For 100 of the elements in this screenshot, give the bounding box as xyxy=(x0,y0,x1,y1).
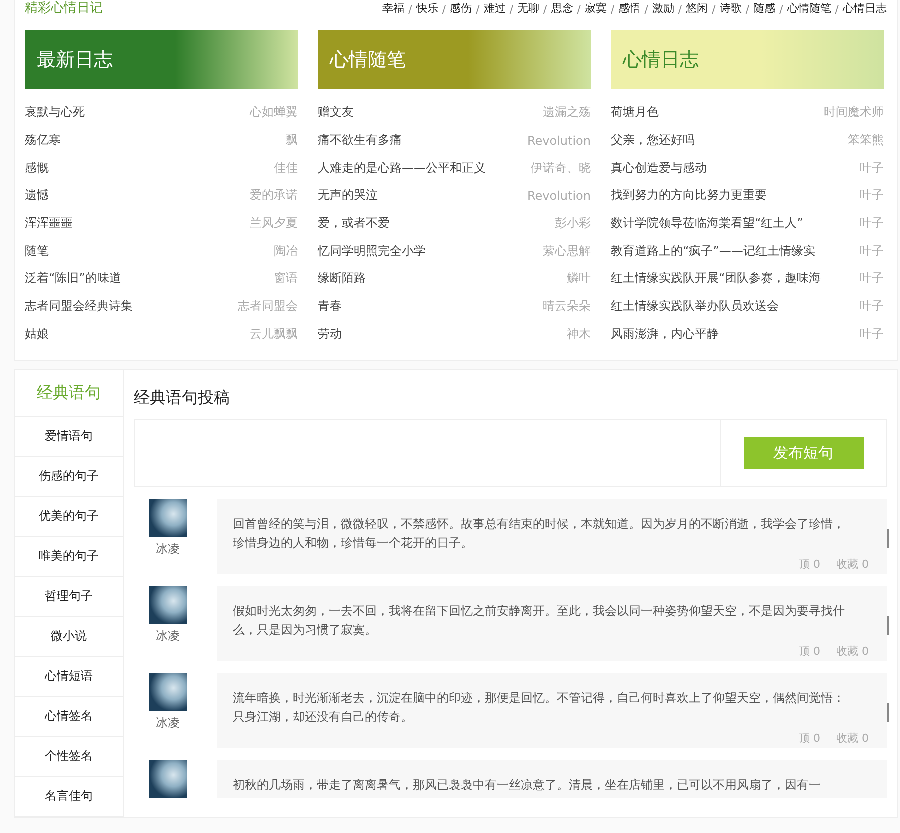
author-name: 飘 xyxy=(286,132,298,150)
author-name: 彭小彩 xyxy=(555,215,591,232)
article-link[interactable]: 爱，或者不爱 xyxy=(318,215,390,232)
author-name[interactable]: 冰凌 xyxy=(149,628,187,646)
article-link[interactable]: 缘断陌路 xyxy=(318,270,366,288)
article-link[interactable]: 殇亿寒 xyxy=(25,132,61,150)
nav-separator: / xyxy=(408,2,412,16)
author-name: 遗漏之殇 xyxy=(543,104,591,122)
nav-link[interactable]: 感悟 xyxy=(618,2,641,16)
nav-separator: / xyxy=(442,2,446,16)
author-name: Revolution xyxy=(527,134,591,148)
avatar-icon xyxy=(149,499,187,538)
sidebar-item[interactable]: 伤感的句子 xyxy=(15,457,123,498)
nav-separator: / xyxy=(712,2,716,16)
nav-link[interactable]: 心情日志 xyxy=(843,2,887,16)
author-name: 鳞叶 xyxy=(567,270,591,288)
post-text: 流年暗换，时光渐渐老去，沉淀在脑中的印迹，那便是回忆。不管记得，自己何时喜欢上了仰望天空，偶然间觉悟：只身江湖，却还没有自己的传奇。 xyxy=(233,690,846,726)
author-name: 笨笨熊 xyxy=(848,132,884,150)
article-link[interactable]: 真心创造爱与感动 xyxy=(611,160,707,177)
author-name: 叶子 xyxy=(860,215,884,232)
article-link[interactable]: 找到努力的方向比努力更重要 xyxy=(611,187,767,204)
article-link[interactable]: 感慨 xyxy=(25,160,49,177)
author-name: 晴云朵朵 xyxy=(543,298,591,316)
nav-link[interactable]: 诗歌 xyxy=(720,2,742,16)
author-name: 心如蝉翼 xyxy=(250,104,298,122)
article-link[interactable]: 忆同学明照完全小学 xyxy=(318,242,426,260)
article-link[interactable]: 红土情缘实践队开展“团队参赛，趣味海 xyxy=(611,270,822,288)
author-name: 神木 xyxy=(567,326,591,343)
article-link[interactable]: 劳动 xyxy=(318,326,342,343)
article-link[interactable]: 青春 xyxy=(318,298,342,316)
author-name: 佳佳 xyxy=(274,160,298,177)
sidebar-item[interactable]: 爱情语句 xyxy=(15,417,123,458)
nav-link[interactable]: 无聊 xyxy=(518,2,540,16)
nav-separator: / xyxy=(510,2,514,16)
sidebar-title: 经典语句 xyxy=(15,370,123,418)
author-name: 萦心思解 xyxy=(543,242,591,260)
nav-link[interactable]: 激励 xyxy=(652,2,674,16)
article-link[interactable]: 遗憾 xyxy=(25,187,49,204)
author-name: 伊诺奇、晓 xyxy=(531,160,591,177)
article-link[interactable]: 红土情缘实践队举办队员欢送会 xyxy=(611,298,779,316)
sidebar-item[interactable]: 微小说 xyxy=(15,617,123,658)
article-link[interactable]: 痛不欲生有多痛 xyxy=(318,132,402,150)
author-name: 志者同盟会 xyxy=(238,298,298,316)
nav-link[interactable]: 感伤 xyxy=(450,2,472,16)
nav-link[interactable]: 快乐 xyxy=(416,2,438,16)
author-name: 云儿飘飘 xyxy=(250,326,298,343)
post-text: 初秋的几场雨，带走了离离暑气，那风已袅袅中有一丝凉意了。清晨，坐在店铺里，已可以不用风扇了，因有一 xyxy=(233,777,822,794)
nav-separator: / xyxy=(678,2,682,16)
nav-link[interactable]: 幸福 xyxy=(382,2,405,16)
article-link[interactable]: 姑娘 xyxy=(25,326,49,343)
article-link[interactable]: 哀默与心死 xyxy=(25,104,85,122)
nav-link[interactable]: 思念 xyxy=(551,2,574,16)
post-text: 假如时光太匆匆，一去不回，我将在留下回忆之前安静离开。至此，我会以同一种姿势仰望天空，不是因为要寻找什么，只是因为习惯了寂寞。 xyxy=(233,603,846,640)
author-name: Revolution xyxy=(527,188,591,203)
article-link[interactable]: 荷塘月色 xyxy=(611,104,659,122)
nav-separator: / xyxy=(544,2,548,16)
avatar-icon xyxy=(149,673,187,712)
nav-link[interactable]: 心情随笔 xyxy=(787,2,832,16)
nav-separator: / xyxy=(577,2,581,16)
sidebar-item[interactable]: 心情签名 xyxy=(15,697,123,738)
nav-separator: / xyxy=(476,2,480,16)
section-title: 经典语句投稿 xyxy=(134,388,231,410)
sidebar-item[interactable]: 心情短语 xyxy=(15,657,123,698)
author-name: 时间魔术师 xyxy=(824,104,884,122)
article-link[interactable]: 浑浑噩噩 xyxy=(25,215,73,232)
article-link[interactable]: 无声的哭泣 xyxy=(318,187,378,204)
article-link[interactable]: 志者同盟会经典诗集 xyxy=(25,298,133,316)
nav-separator: / xyxy=(835,2,839,16)
avatar-icon xyxy=(149,760,187,798)
author-name: 叶子 xyxy=(860,187,884,204)
banner-title: 最新日志 xyxy=(37,48,113,72)
sidebar-item[interactable]: 名言佳句 xyxy=(15,777,123,818)
article-link[interactable]: 泛着“陈旧”的味道 xyxy=(25,270,122,288)
author-name: 叶子 xyxy=(860,242,884,260)
article-link[interactable]: 数计学院领导莅临海棠看望“红土人” xyxy=(611,215,804,232)
author-name: 爱的承诺 xyxy=(250,187,298,204)
article-link[interactable]: 人难走的是心路——公平和正义 xyxy=(318,160,486,177)
author-name[interactable]: 冰凌 xyxy=(149,541,187,558)
banner-title: 心情随笔 xyxy=(330,48,406,72)
article-link[interactable]: 教育道路上的“疯子”——记红土情缘实 xyxy=(611,242,816,260)
sidebar-item[interactable]: 唯美的句子 xyxy=(15,537,123,578)
author-name: 陶冶 xyxy=(274,242,298,260)
author-name: 叶子 xyxy=(860,326,884,343)
author-name[interactable]: 冰凌 xyxy=(149,715,187,732)
nav-link[interactable]: 随感 xyxy=(754,2,776,16)
nav-link[interactable]: 难过 xyxy=(484,2,506,16)
avatar-icon xyxy=(149,586,187,624)
nav-separator: / xyxy=(610,2,615,16)
article-link[interactable]: 父亲，您还好吗 xyxy=(611,132,695,150)
sidebar-item[interactable]: 优美的句子 xyxy=(15,497,123,538)
nav-link[interactable]: 寂寞 xyxy=(584,2,607,16)
article-link[interactable]: 随笔 xyxy=(25,242,49,260)
author-name: 兰风夕夏 xyxy=(250,215,298,232)
sidebar-item[interactable]: 哲理句子 xyxy=(15,577,123,618)
sidebar-item[interactable]: 个性签名 xyxy=(15,737,123,778)
author-name: 窗语 xyxy=(274,270,298,288)
nav-link[interactable]: 悠闲 xyxy=(686,2,708,16)
article-link[interactable]: 赠文友 xyxy=(318,104,354,122)
nav-separator: / xyxy=(746,2,750,16)
article-link[interactable]: 风雨澎湃，内心平静 xyxy=(611,326,719,343)
